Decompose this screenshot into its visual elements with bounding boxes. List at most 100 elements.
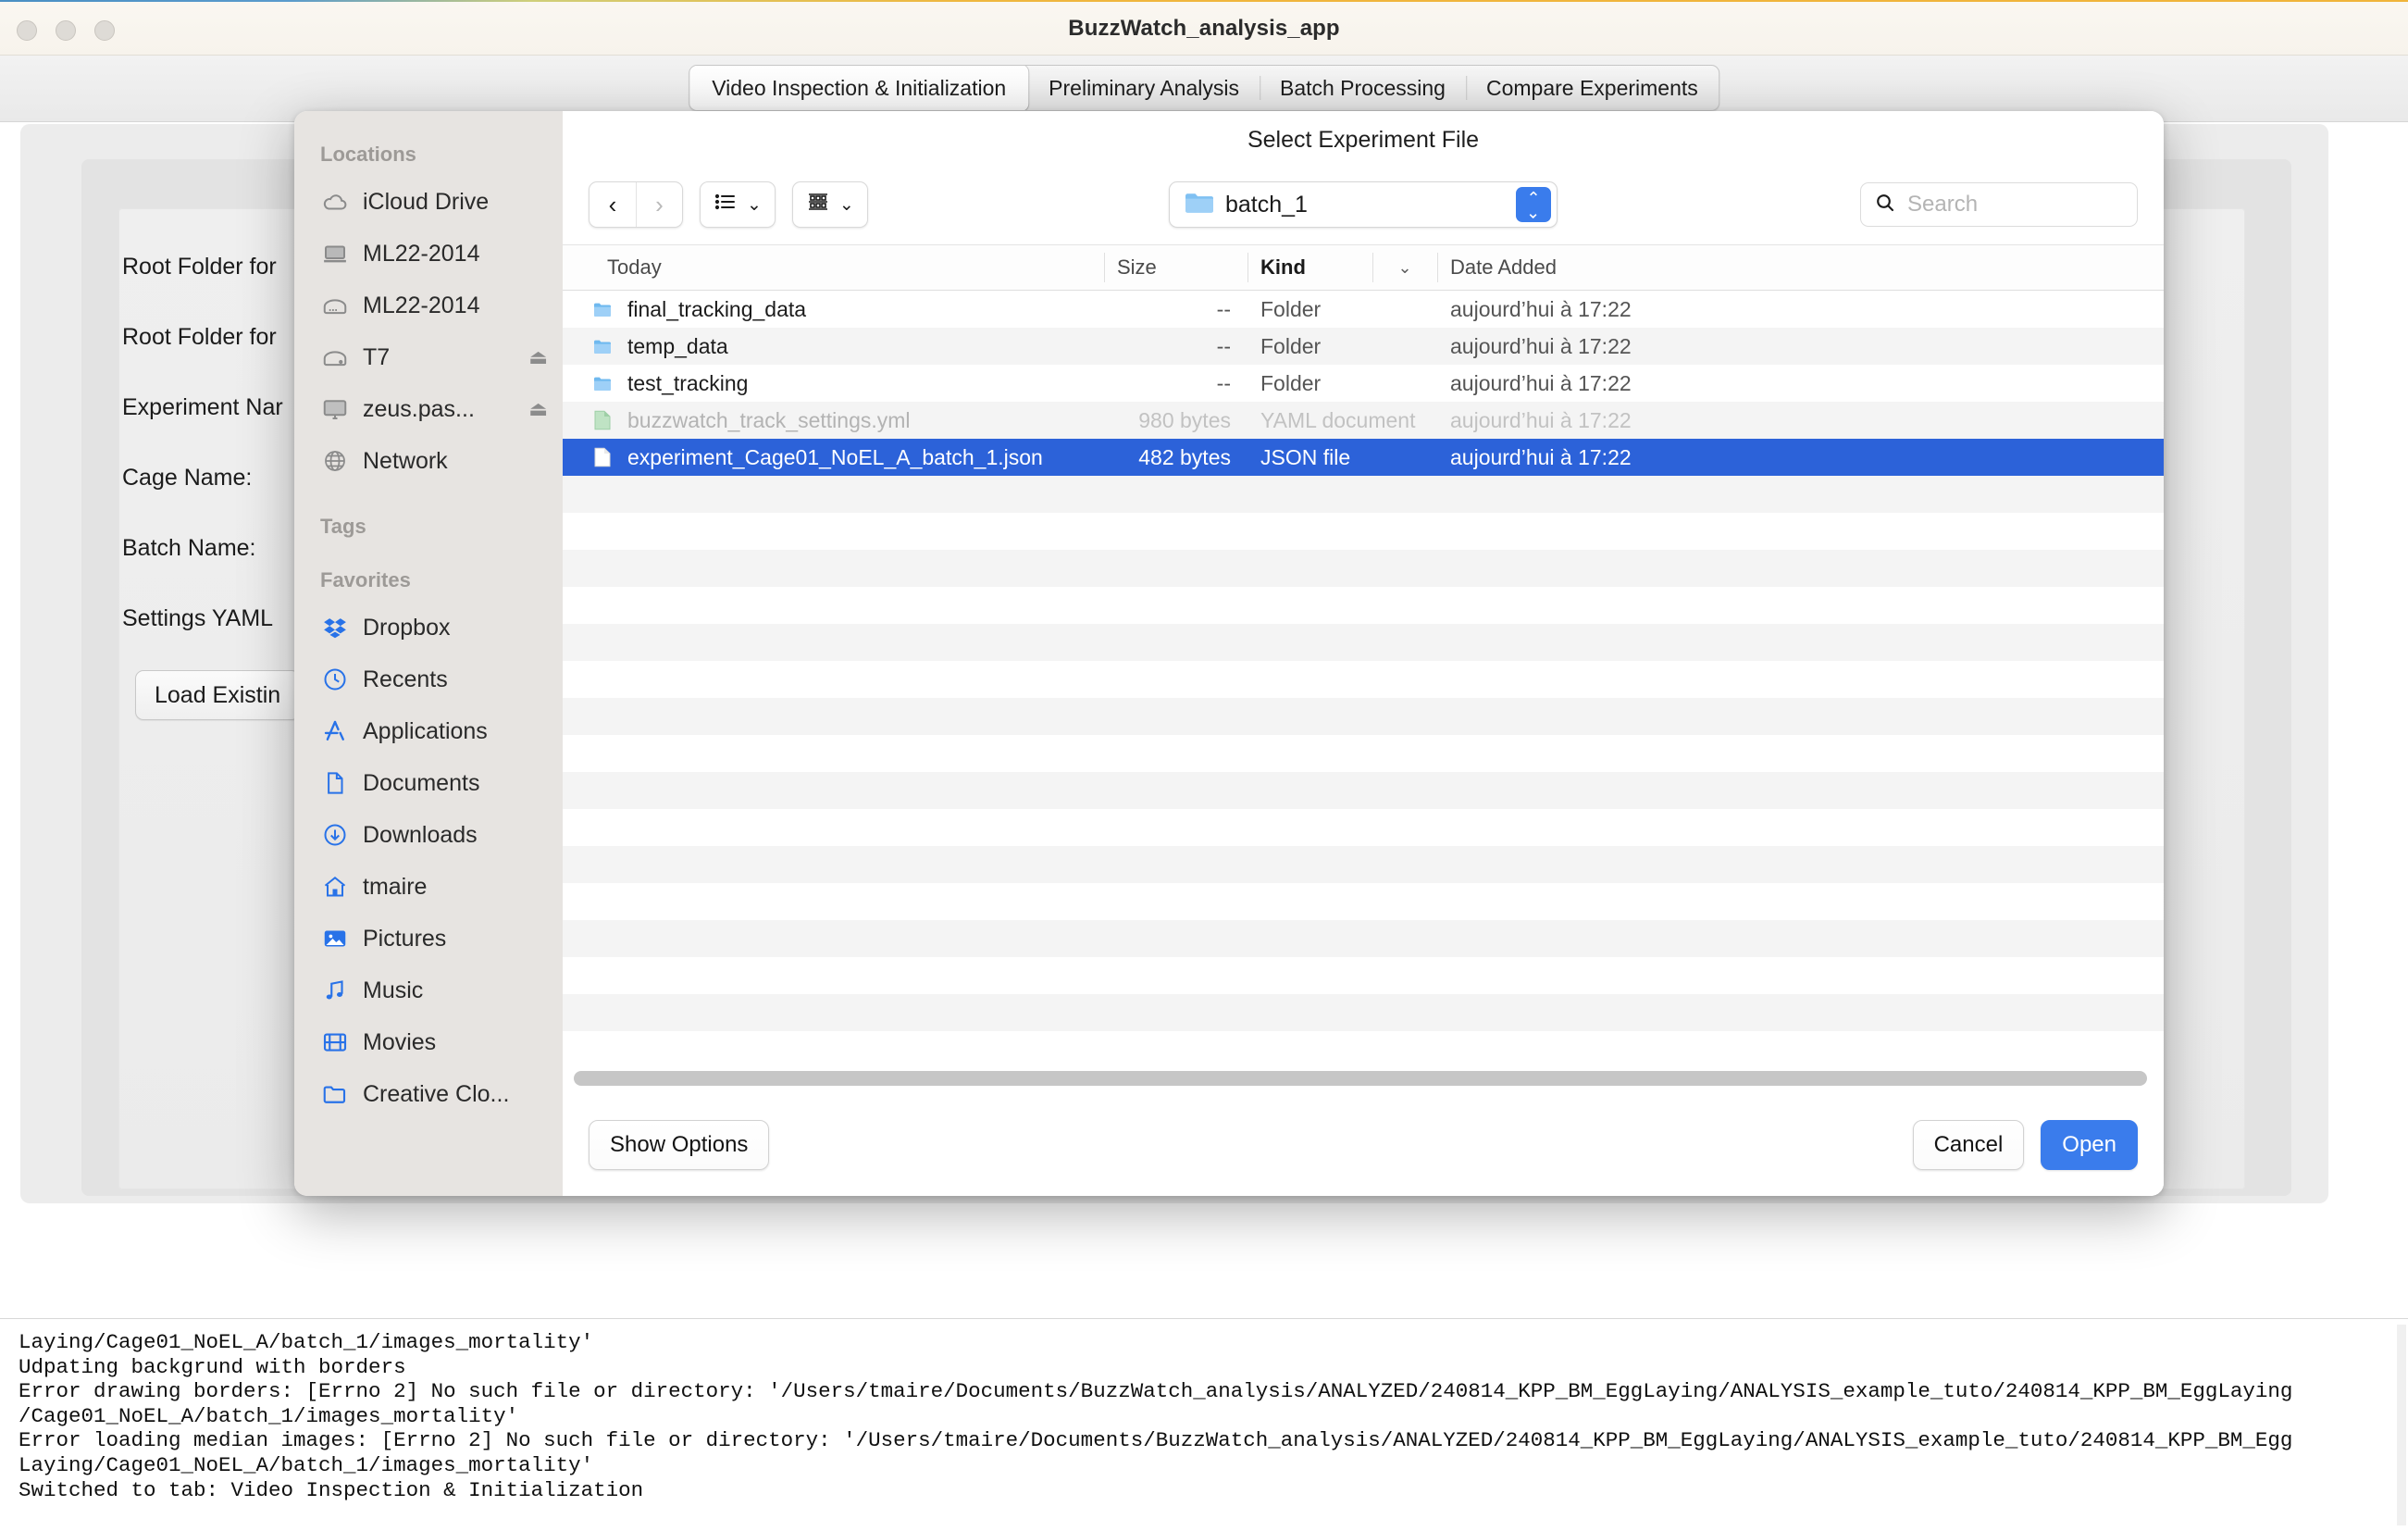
- sidebar-item-network[interactable]: Network: [294, 435, 563, 487]
- eject-icon[interactable]: ⏏: [528, 397, 548, 421]
- sidebar-header-tags: Tags: [320, 515, 366, 538]
- file-date-added: aujourd’hui à 17:22: [1450, 407, 1632, 432]
- table-row[interactable]: temp_data -- Folder aujourd’hui à 17:22: [563, 328, 2164, 365]
- table-row[interactable]: test_tracking -- Folder aujourd’hui à 17…: [563, 365, 2164, 402]
- empty-row: [563, 883, 2164, 920]
- tab-preliminary-analysis[interactable]: Preliminary Analysis: [1028, 66, 1260, 110]
- sidebar-item-documents[interactable]: Documents: [294, 757, 563, 809]
- window-title: BuzzWatch_analysis_app: [1068, 16, 1340, 41]
- document-icon: [320, 768, 350, 798]
- search-box[interactable]: [1860, 182, 2138, 227]
- sidebar-item-applications[interactable]: Applications: [294, 705, 563, 757]
- sidebar-item-downloads[interactable]: Downloads: [294, 809, 563, 861]
- stepper-icon[interactable]: ⌃ ⌃: [1516, 187, 1551, 222]
- column-header-size[interactable]: Size: [1104, 245, 1247, 290]
- search-input[interactable]: [1907, 192, 2124, 218]
- sidebar-item-zeus-pasteur[interactable]: zeus.pas... ⏏: [294, 383, 563, 435]
- file-name-cell: test_tracking: [563, 371, 1104, 396]
- dialog-sidebar[interactable]: Locations iCloud Drive ML22-2014 ML22-20…: [294, 111, 563, 1196]
- applications-icon: [320, 716, 350, 746]
- search-icon: [1874, 192, 1896, 218]
- eject-icon[interactable]: ⏏: [528, 345, 548, 369]
- file-kind: Folder: [1260, 370, 1322, 395]
- empty-row: [563, 661, 2164, 698]
- navigation-segmented-control: ‹ ›: [589, 181, 683, 228]
- console-scrollbar[interactable]: [2397, 1325, 2406, 1525]
- empty-row: [563, 735, 2164, 772]
- tab-video-inspection[interactable]: Video Inspection & Initialization: [689, 66, 1029, 110]
- show-options-button[interactable]: Show Options: [589, 1120, 770, 1170]
- globe-icon: [320, 446, 350, 476]
- folder-icon: [590, 334, 614, 358]
- empty-row: [563, 476, 2164, 513]
- chevron-left-icon[interactable]: ‹: [590, 182, 636, 227]
- sidebar-item-movies[interactable]: Movies: [294, 1016, 563, 1068]
- sidebar-item-label: Downloads: [363, 821, 478, 848]
- file-name: buzzwatch_track_settings.yml: [627, 407, 911, 432]
- file-date-added: aujourd’hui à 17:22: [1450, 370, 1632, 395]
- sidebar-item-creative-cloud[interactable]: Creative Clo...: [294, 1068, 563, 1120]
- clock-icon: [320, 665, 350, 694]
- file-name-cell: temp_data: [563, 334, 1104, 359]
- sidebar-item-label: iCloud Drive: [363, 188, 490, 215]
- sidebar-item-label: Music: [363, 977, 424, 1003]
- path-popup-button[interactable]: batch_1 ⌃ ⌃: [1169, 181, 1558, 228]
- sidebar-item-icloud-drive[interactable]: iCloud Drive: [294, 176, 563, 228]
- folder-icon: [1185, 191, 1214, 219]
- sidebar-item-ml22-2014-disk[interactable]: ML22-2014: [294, 280, 563, 331]
- load-existing-button[interactable]: Load Existin: [135, 670, 301, 720]
- sidebar-item-pictures[interactable]: Pictures: [294, 913, 563, 965]
- app-window: BuzzWatch_analysis_app Video Inspection …: [0, 0, 2408, 1531]
- list-view-icon: [714, 192, 738, 218]
- sidebar-item-ml22-2014-laptop[interactable]: ML22-2014: [294, 228, 563, 280]
- file-name: temp_data: [627, 333, 728, 358]
- file-list-header: Today Size Kind ⌄ Date Added: [563, 244, 2164, 291]
- file-date-added: aujourd’hui à 17:22: [1450, 296, 1632, 321]
- sidebar-item-label: Documents: [363, 769, 480, 796]
- list-view-button[interactable]: ⌄: [700, 181, 776, 228]
- tab-batch-processing[interactable]: Batch Processing: [1259, 66, 1466, 110]
- movies-icon: [320, 1027, 350, 1057]
- sidebar-item-label: zeus.pas...: [363, 395, 475, 422]
- file-size: --: [1216, 370, 1231, 395]
- sort-chevron-down-icon[interactable]: ⌄: [1372, 245, 1437, 290]
- grid-view-button[interactable]: ⌄: [791, 181, 868, 228]
- tab-compare-experiments[interactable]: Compare Experiments: [1465, 66, 1719, 110]
- sidebar-item-label: Pictures: [363, 925, 447, 952]
- empty-row: [563, 624, 2164, 661]
- file-kind: JSON file: [1260, 444, 1351, 469]
- column-header-date-added[interactable]: Date Added: [1437, 245, 2164, 290]
- open-button[interactable]: Open: [2041, 1120, 2138, 1170]
- dialog-footer: Show Options Cancel Open: [563, 1094, 2164, 1196]
- column-header-kind[interactable]: Kind: [1247, 245, 1372, 290]
- cancel-button[interactable]: Cancel: [1912, 1120, 2025, 1170]
- sidebar-header-favorites: Favorites: [320, 568, 411, 591]
- dialog-title: Select Experiment File: [1247, 127, 1480, 153]
- table-row[interactable]: final_tracking_data -- Folder aujourd’hu…: [563, 291, 2164, 328]
- pictures-icon: [320, 924, 350, 953]
- sidebar-item-label: ML22-2014: [363, 240, 480, 267]
- file-date-added: aujourd’hui à 17:22: [1450, 333, 1632, 358]
- empty-row: [563, 587, 2164, 624]
- sidebar-item-recents[interactable]: Recents: [294, 653, 563, 705]
- file-list[interactable]: final_tracking_data -- Folder aujourd’hu…: [563, 291, 2164, 1063]
- tab-label: Compare Experiments: [1485, 75, 1698, 100]
- table-row-selected[interactable]: experiment_Cage01_NoEL_A_batch_1.json 48…: [563, 439, 2164, 476]
- sidebar-item-dropbox[interactable]: Dropbox: [294, 602, 563, 653]
- empty-row: [563, 1031, 2164, 1063]
- yaml-file-icon: [590, 408, 614, 432]
- horizontal-scrollbar-thumb[interactable]: [574, 1071, 2147, 1086]
- column-header-name[interactable]: Today: [563, 245, 1104, 290]
- console-log-panel[interactable]: Laying/Cage01_NoEL_A/batch_1/images_mort…: [0, 1318, 2408, 1531]
- sidebar-item-t7[interactable]: T7 ⏏: [294, 331, 563, 383]
- laptop-icon: [320, 239, 350, 268]
- empty-row: [563, 920, 2164, 957]
- horizontal-scrollbar-track[interactable]: [563, 1063, 2164, 1094]
- table-row[interactable]: buzzwatch_track_settings.yml 980 bytes Y…: [563, 402, 2164, 439]
- sidebar-item-tmaire-home[interactable]: tmaire: [294, 861, 563, 913]
- chevron-down-icon: ⌄: [838, 194, 854, 215]
- harddisk-icon: [320, 291, 350, 320]
- chevron-right-icon[interactable]: ›: [636, 182, 682, 227]
- sidebar-item-music[interactable]: Music: [294, 965, 563, 1016]
- file-kind: YAML document: [1260, 407, 1416, 432]
